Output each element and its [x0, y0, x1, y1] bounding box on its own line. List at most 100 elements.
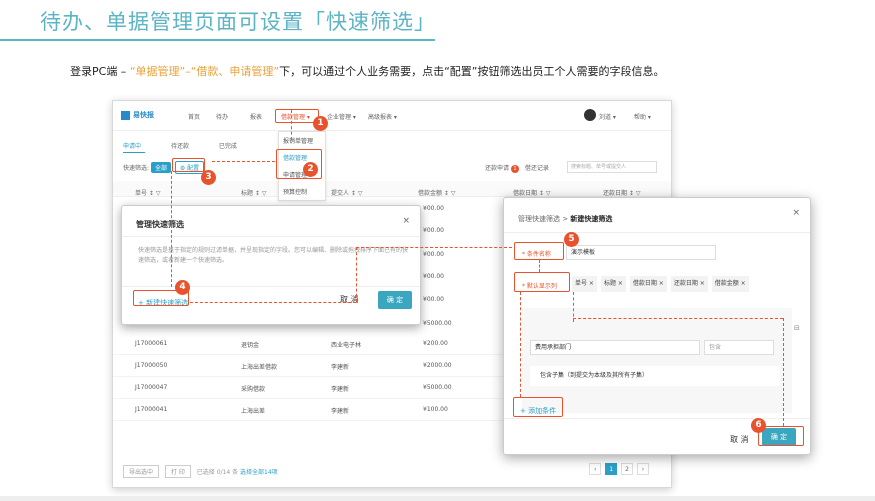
tab-pending[interactable]: 申请中	[123, 143, 141, 150]
row-number: J17000050	[135, 362, 168, 369]
menu-item-expense[interactable]: 报销单管理	[279, 132, 325, 149]
row-number: J17000047	[135, 384, 168, 391]
annotation-box-config	[172, 158, 205, 172]
col-amount[interactable]: 借款金额 ↕ ▽	[418, 188, 455, 197]
subtitle-text: 登录PC端 –	[70, 65, 130, 78]
annotation-box-name	[514, 242, 564, 260]
close-icon[interactable]: ×	[402, 216, 410, 226]
menu-item-budget[interactable]: 预算控制	[279, 183, 325, 200]
connector-line	[212, 161, 275, 162]
avatar[interactable]	[584, 109, 596, 121]
condition-operator-select[interactable]: 包含	[704, 340, 774, 355]
row-title: 上海出差借款	[241, 364, 278, 371]
crumb-parent[interactable]: 管理快速筛选	[518, 215, 560, 223]
divider	[122, 286, 420, 287]
row-title: 退钥金	[241, 342, 260, 349]
tag-amount[interactable]: 借款金额 ×	[711, 276, 749, 292]
row-submitter: 李建新	[331, 364, 350, 371]
step-badge-4: 4	[175, 280, 190, 295]
sub-tabs: 申请中 待还款 已完成	[123, 141, 237, 150]
row-amount: ¥200.00	[423, 340, 448, 347]
loan-repay[interactable]: 还款申请 1 借还记录	[485, 163, 549, 173]
delete-condition-icon[interactable]: ⊟	[794, 324, 800, 332]
close-icon[interactable]: ×	[792, 208, 800, 218]
slide-subtitle: 登录PC端 – “单据管理”–“借款、申请管理”下，可以通过个人业务需要，点击“…	[70, 63, 665, 79]
divider	[504, 232, 810, 233]
export-button[interactable]: 导出选中	[123, 465, 160, 478]
partial-amount: ¥00.00	[423, 205, 444, 212]
tag-repay-date[interactable]: 还款日期 ×	[670, 276, 708, 292]
bottom-bar	[0, 496, 875, 501]
row-amount: ¥100.00	[423, 406, 448, 413]
name-input[interactable]: 演示模板	[566, 245, 716, 260]
row-amount: ¥5000.00	[423, 384, 452, 391]
tab-completed[interactable]: 已完成	[219, 143, 237, 150]
tab-to-repay[interactable]: 待还款	[171, 143, 189, 150]
col-loan-date[interactable]: 借款日期 ↕ ▽	[513, 188, 550, 197]
subtitle-highlight: “单据管理”–“借款、申请管理”	[129, 65, 280, 78]
repay-count-badge: 1	[510, 165, 519, 173]
nav-advanced-reports[interactable]: 高级报表 ▾	[368, 112, 397, 121]
connector-line	[291, 110, 292, 140]
user-menu[interactable]: 刘道 ▾	[599, 112, 616, 121]
columns-tags[interactable]: 单号 × 标题 × 借款日期 × 还款日期 × 借款金额 ×	[568, 276, 773, 292]
col-repay-date[interactable]: 还款日期 ↕ ▽	[603, 188, 640, 197]
connector-line	[190, 302, 356, 303]
step-badge-3: 3	[201, 170, 216, 185]
cancel-button[interactable]: 取 消	[730, 434, 749, 445]
divider	[504, 418, 810, 419]
row-submitter: 李建新	[331, 408, 350, 415]
step-badge-2: 2	[303, 162, 318, 177]
col-number[interactable]: 单号 ↕ ▽	[135, 188, 160, 197]
row-number: J17000041	[135, 406, 168, 413]
condition-field-select[interactable]: 费用承担部门	[530, 340, 700, 355]
nav-enterprise[interactable]: 企业管理 ▾	[327, 112, 356, 121]
col-submitter[interactable]: 提交人 ↕ ▽	[331, 188, 362, 197]
confirm-button[interactable]: 确 定	[378, 291, 412, 309]
dialog-title: 管理快速筛选	[136, 220, 184, 229]
row-submitter: 李建新	[331, 386, 350, 393]
subtitle-text-end: 下，可以通过个人业务需要，点击“配置”按钮筛选出员工个人需要的字段信息。	[279, 65, 665, 78]
logo-text: 易快报	[133, 111, 154, 119]
connector-line	[573, 318, 783, 319]
select-all-link[interactable]: 选择全部14项	[240, 469, 278, 476]
prev-page-button[interactable]: ‹	[589, 463, 602, 475]
tag-number[interactable]: 单号 ×	[572, 276, 597, 292]
tag-title[interactable]: 标题 ×	[600, 276, 626, 292]
nav-reports[interactable]: 报表	[250, 112, 262, 121]
filter-all-chip[interactable]: 全部	[150, 162, 171, 173]
records-link[interactable]: 借还记录	[525, 165, 549, 172]
connector-line	[783, 318, 784, 426]
partial-amount: ¥00.00	[423, 251, 444, 258]
print-button[interactable]: 打 印	[164, 465, 191, 478]
annotation-box-add	[513, 397, 563, 417]
title-underline	[0, 39, 435, 41]
partial-amount: ¥5000.00	[423, 320, 452, 327]
nav-todo[interactable]: 待办	[216, 112, 228, 121]
partial-amount: ¥00.00	[423, 273, 444, 280]
include-children-option[interactable]: 包含子集（到提交为本级及其所有子集）	[530, 366, 780, 386]
slide-title: 待办、单据管理页面可设置「快速筛选」	[40, 10, 436, 34]
row-title: 上海出差	[241, 408, 266, 415]
selection-count: 已选择 0/14 条	[196, 469, 239, 476]
help-menu[interactable]: 帮助 ▾	[634, 112, 651, 121]
app-logo: 易快报	[121, 110, 154, 120]
connector-line	[520, 292, 521, 397]
logo-icon	[121, 110, 130, 120]
repay-label: 还款申请	[485, 165, 510, 172]
manage-filter-dialog: 管理快速筛选 × 快速筛选是基于指定的规则过滤单据，并呈现指定的字段。您可以编辑…	[121, 205, 421, 325]
divider	[122, 236, 420, 237]
nav-home[interactable]: 首页	[188, 112, 200, 121]
search-input[interactable]: 搜索标题、单号或提交人	[567, 161, 657, 173]
step-badge-5: 5	[564, 232, 579, 247]
page-1-button[interactable]: 1	[605, 463, 618, 475]
col-title[interactable]: 标题 ↕ ▽	[241, 188, 266, 197]
dialog-description: 快速筛选是基于指定的规则过滤单据，并呈现指定的字段。您可以编辑、删除或拖拽排序下…	[138, 247, 409, 264]
step-badge-1: 1	[313, 116, 328, 131]
dialog-breadcrumb: 管理快速筛选 > 新建快速筛选	[518, 214, 612, 224]
table-footer: 导出选中 打 印 已选择 0/14 条 选择全部14项	[123, 465, 278, 478]
page-2-button[interactable]: 2	[621, 463, 634, 475]
tag-loan-date[interactable]: 借款日期 ×	[629, 276, 667, 292]
next-page-button[interactable]: ›	[637, 463, 649, 475]
partial-amount: ¥00.00	[423, 296, 444, 303]
